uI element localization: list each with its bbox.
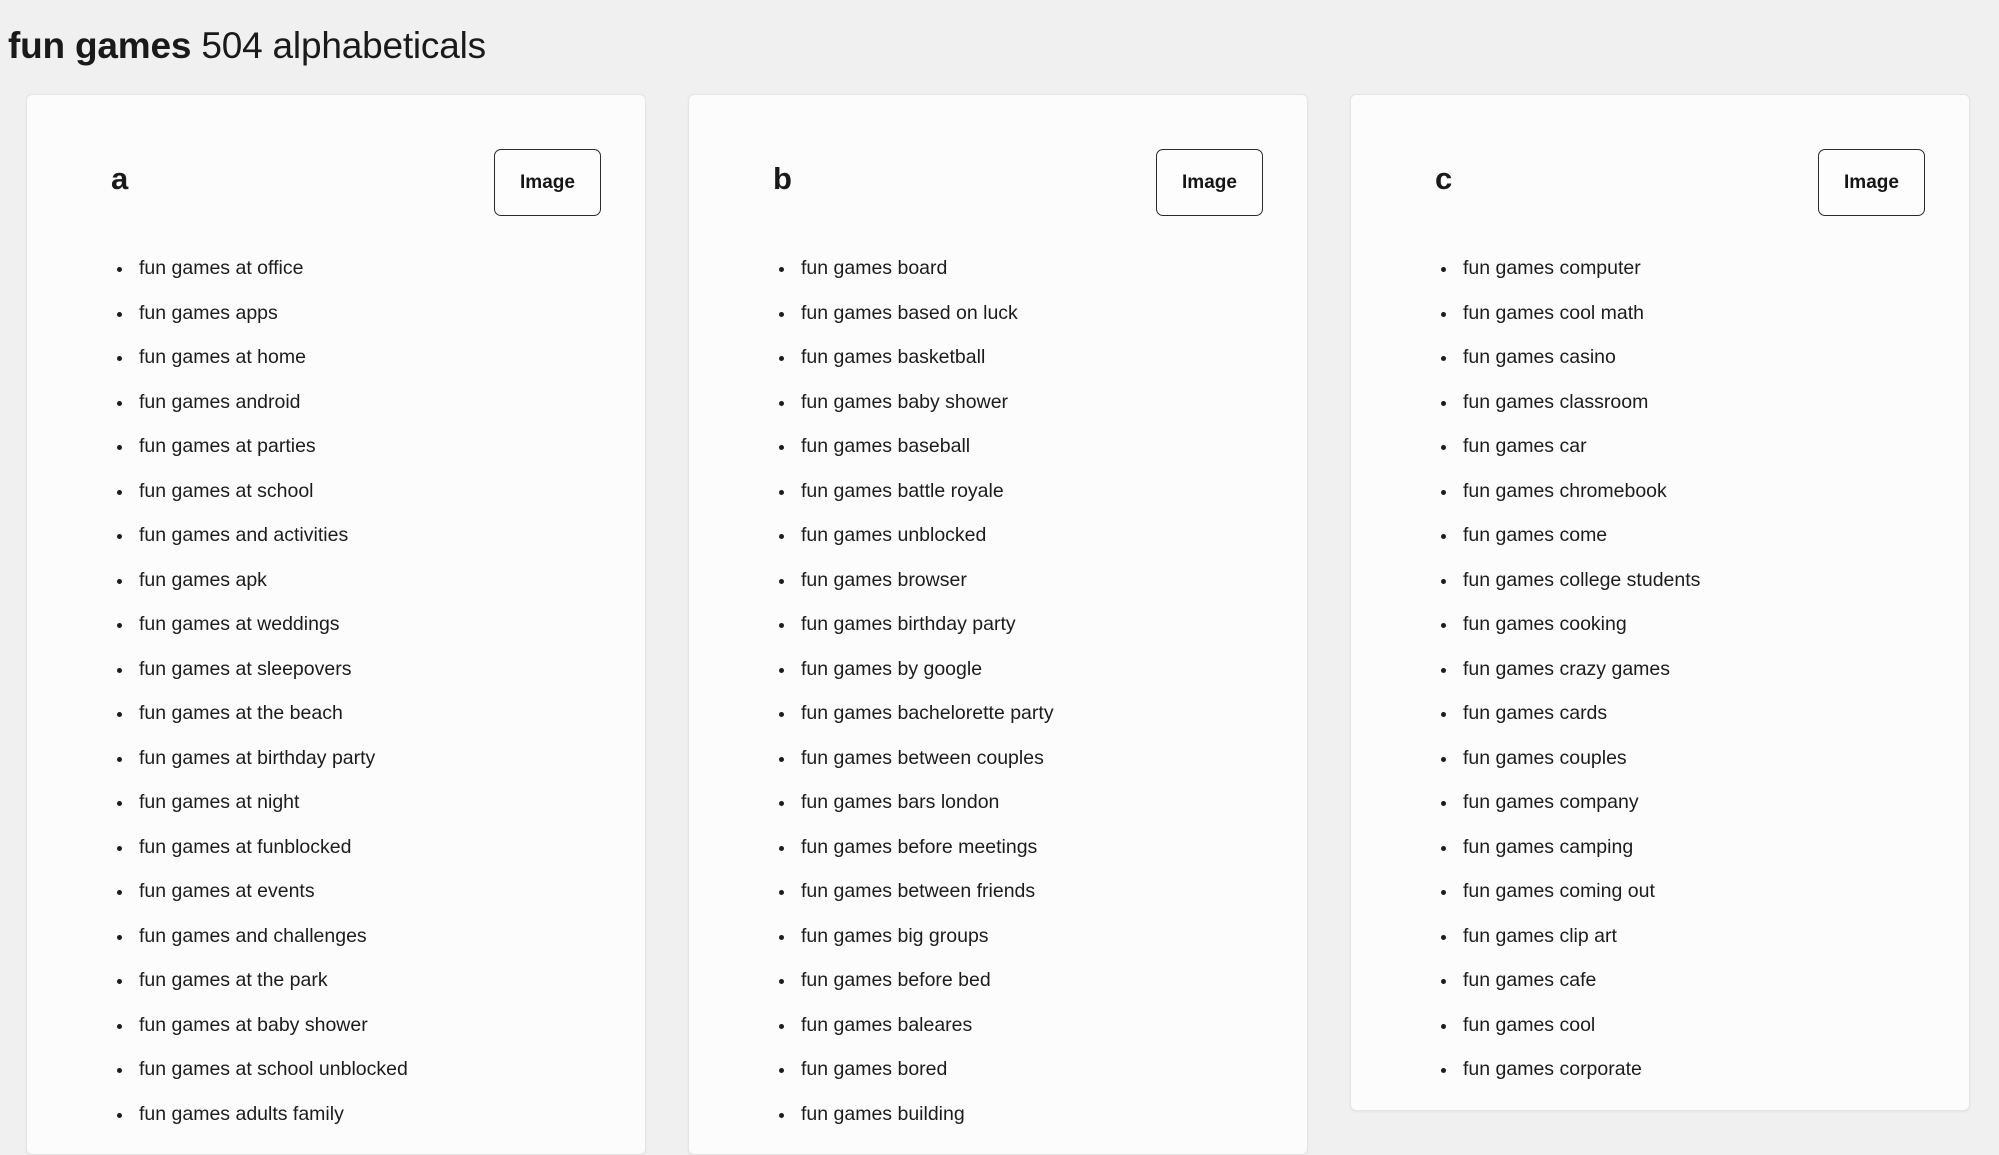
list-item[interactable]: fun games camping <box>1441 837 1941 858</box>
list-item[interactable]: fun games computer <box>1441 259 1941 279</box>
list-item[interactable]: fun games at home <box>117 348 617 368</box>
list-item[interactable]: fun games based on luck <box>779 303 1279 324</box>
list-item[interactable]: fun games casino <box>1441 348 1941 368</box>
list-item[interactable]: fun games couples <box>1441 748 1941 769</box>
card-header-a: a Image <box>55 149 617 235</box>
list-item[interactable]: fun games bars london <box>779 793 1279 813</box>
card-letter-a: a <box>111 161 129 197</box>
list-item[interactable]: fun games clip art <box>1441 926 1941 947</box>
list-item[interactable]: fun games cool math <box>1441 303 1941 324</box>
letter-card-b: b Image fun games board fun games based … <box>688 94 1308 1155</box>
list-item[interactable]: fun games at funblocked <box>117 837 617 858</box>
list-item[interactable]: fun games before meetings <box>779 837 1279 858</box>
letter-card-c: c Image fun games computer fun games coo… <box>1350 94 1970 1111</box>
list-item[interactable]: fun games at weddings <box>117 615 617 635</box>
image-placeholder-c[interactable]: Image <box>1818 149 1925 217</box>
list-item[interactable]: fun games and activities <box>117 526 617 546</box>
list-item[interactable]: fun games coming out <box>1441 882 1941 902</box>
list-item[interactable]: fun games at parties <box>117 437 617 457</box>
letter-card-a: a Image fun games at office fun games ap… <box>26 94 646 1155</box>
list-item[interactable]: fun games by google <box>779 659 1279 680</box>
letter-cards-row: a Image fun games at office fun games ap… <box>0 68 1999 1155</box>
list-item[interactable]: fun games at baby shower <box>117 1015 617 1036</box>
list-item[interactable]: fun games at the park <box>117 971 617 991</box>
list-item[interactable]: fun games at school unblocked <box>117 1060 617 1080</box>
list-item[interactable]: fun games at school <box>117 481 617 502</box>
list-item[interactable]: fun games at the beach <box>117 704 617 724</box>
list-item[interactable]: fun games big groups <box>779 926 1279 947</box>
page-title: fun games 504 alphabeticals <box>0 0 1999 68</box>
list-item[interactable]: fun games bachelorette party <box>779 704 1279 724</box>
list-item[interactable]: fun games between couples <box>779 748 1279 769</box>
list-item[interactable]: fun games classroom <box>1441 392 1941 413</box>
list-item[interactable]: fun games birthday party <box>779 615 1279 635</box>
list-item[interactable]: fun games at birthday party <box>117 748 617 769</box>
list-item[interactable]: fun games building <box>779 1104 1279 1125</box>
list-item[interactable]: fun games baby shower <box>779 392 1279 413</box>
list-item[interactable]: fun games car <box>1441 437 1941 457</box>
page-title-keyword: fun games <box>8 25 192 66</box>
list-item[interactable]: fun games company <box>1441 793 1941 813</box>
list-item[interactable]: fun games baleares <box>779 1015 1279 1036</box>
image-placeholder-a[interactable]: Image <box>494 149 601 217</box>
keyword-list-c: fun games computer fun games cool math f… <box>1379 259 1941 1080</box>
list-item[interactable]: fun games adults family <box>117 1104 617 1125</box>
card-header-b: b Image <box>717 149 1279 235</box>
list-item[interactable]: fun games at night <box>117 793 617 813</box>
list-item[interactable]: fun games at events <box>117 882 617 902</box>
card-letter-c: c <box>1435 161 1453 197</box>
card-header-c: c Image <box>1379 149 1941 235</box>
list-item[interactable]: fun games basketball <box>779 348 1279 368</box>
list-item[interactable]: fun games apps <box>117 303 617 324</box>
list-item[interactable]: fun games chromebook <box>1441 481 1941 502</box>
list-item[interactable]: fun games android <box>117 392 617 413</box>
list-item[interactable]: fun games bored <box>779 1060 1279 1080</box>
list-item[interactable]: fun games crazy games <box>1441 659 1941 680</box>
keyword-list-a: fun games at office fun games apps fun g… <box>55 259 617 1124</box>
list-item[interactable]: fun games unblocked <box>779 526 1279 546</box>
list-item[interactable]: fun games between friends <box>779 882 1279 902</box>
list-item[interactable]: fun games baseball <box>779 437 1279 457</box>
list-item[interactable]: fun games corporate <box>1441 1060 1941 1080</box>
list-item[interactable]: fun games cooking <box>1441 615 1941 635</box>
list-item[interactable]: fun games browser <box>779 570 1279 591</box>
list-item[interactable]: fun games and challenges <box>117 926 617 947</box>
list-item[interactable]: fun games apk <box>117 570 617 591</box>
list-item[interactable]: fun games cards <box>1441 704 1941 724</box>
list-item[interactable]: fun games cool <box>1441 1015 1941 1036</box>
page-title-rest: 504 alphabeticals <box>191 25 486 66</box>
list-item[interactable]: fun games at office <box>117 259 617 279</box>
list-item[interactable]: fun games college students <box>1441 570 1941 591</box>
list-item[interactable]: fun games at sleepovers <box>117 659 617 680</box>
list-item[interactable]: fun games battle royale <box>779 481 1279 502</box>
list-item[interactable]: fun games come <box>1441 526 1941 546</box>
list-item[interactable]: fun games cafe <box>1441 971 1941 991</box>
keyword-list-b: fun games board fun games based on luck … <box>717 259 1279 1124</box>
list-item[interactable]: fun games board <box>779 259 1279 279</box>
image-placeholder-b[interactable]: Image <box>1156 149 1263 217</box>
list-item[interactable]: fun games before bed <box>779 971 1279 991</box>
card-letter-b: b <box>773 161 792 197</box>
